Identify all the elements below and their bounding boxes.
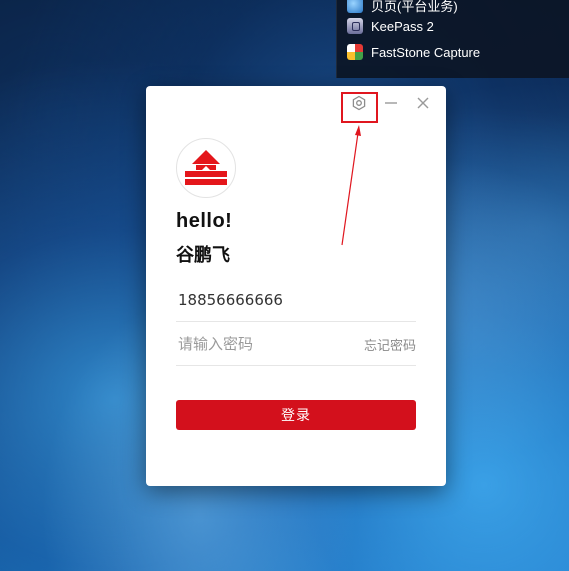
login-window: hello! 谷鹏飞 忘记密码 登录: [146, 86, 446, 486]
start-item-faststone[interactable]: FastStone Capture: [347, 41, 480, 63]
minimize-icon[interactable]: [382, 94, 400, 112]
password-field[interactable]: 忘记密码: [176, 323, 416, 366]
settings-icon[interactable]: [350, 94, 368, 112]
forgot-password-link[interactable]: 忘记密码: [364, 335, 416, 354]
keepass-icon: [347, 18, 363, 34]
phone-field[interactable]: [176, 279, 416, 322]
password-input[interactable]: [176, 335, 348, 353]
browser-icon: [347, 0, 363, 13]
username-text: 谷鹏飞: [176, 245, 230, 266]
start-item-homepage[interactable]: 贝页(平台业务): [347, 0, 458, 16]
window-controls: [350, 94, 432, 112]
greeting-text: hello!: [176, 210, 233, 232]
login-button[interactable]: 登录: [176, 400, 416, 430]
start-item-label: KeePass 2: [371, 18, 434, 34]
phone-input[interactable]: [176, 291, 348, 309]
close-icon[interactable]: [414, 94, 432, 112]
start-item-label: FastStone Capture: [371, 44, 481, 60]
start-menu-panel: 贝页(平台业务) KeePass 2 FastStone Capture: [336, 0, 569, 78]
start-item-keepass[interactable]: KeePass 2: [347, 15, 434, 37]
start-item-label: 贝页(平台业务): [371, 0, 458, 14]
faststone-capture-icon: [347, 44, 363, 60]
bank-logo-icon: [176, 138, 236, 198]
